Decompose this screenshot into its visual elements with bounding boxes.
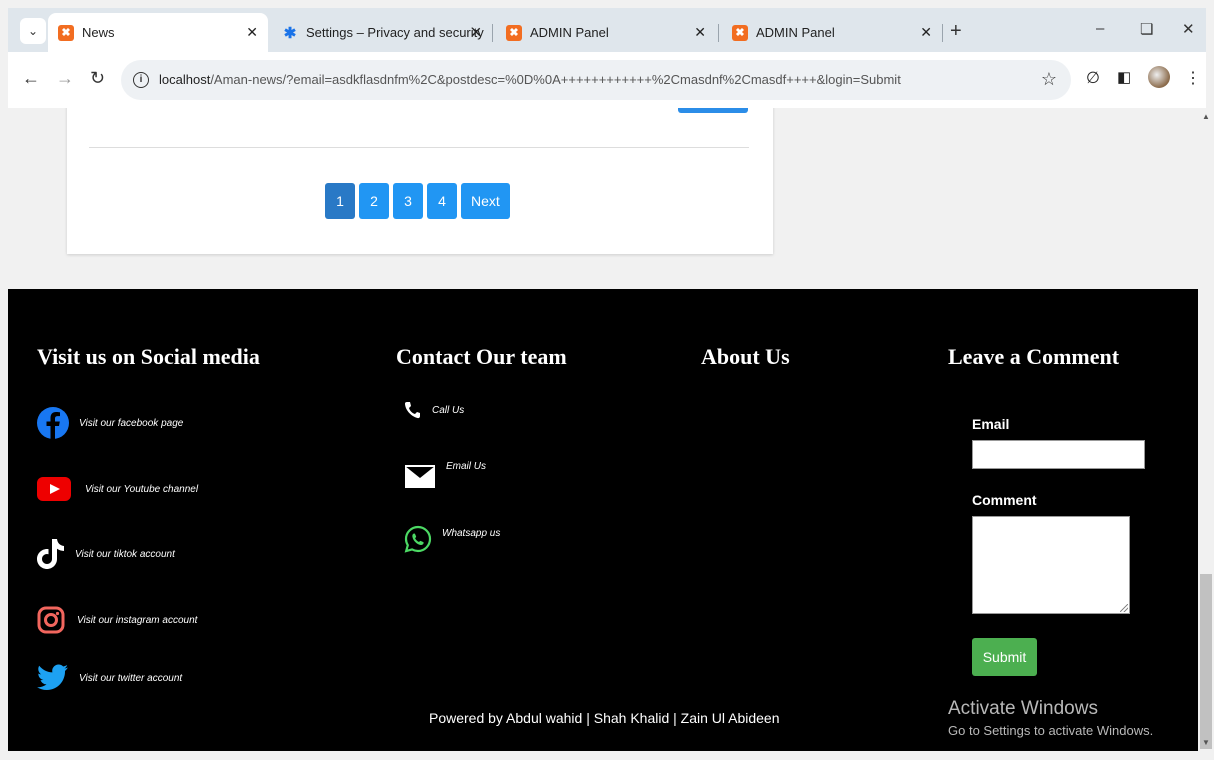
xampp-icon: ✖ bbox=[506, 24, 522, 41]
tab-admin-panel-2[interactable]: ✖ ADMIN Panel ✕ bbox=[722, 13, 942, 52]
pagination: 1 2 3 4 Next bbox=[325, 183, 510, 219]
tab-title: News bbox=[82, 25, 115, 40]
tab-separator bbox=[718, 24, 719, 42]
tab-title: ADMIN Panel bbox=[530, 25, 609, 40]
browser-toolbar: ← → ↻ i localhost/Aman-news/?email=asdkf… bbox=[8, 52, 1206, 108]
window-bottom-edge bbox=[0, 751, 1214, 760]
youtube-icon bbox=[37, 477, 71, 501]
next-page-button[interactable]: Next bbox=[461, 183, 510, 219]
chevron-down-icon: ⌄ bbox=[27, 24, 39, 38]
posts-card: 1 2 3 4 Next bbox=[67, 108, 773, 254]
watermark-subtitle: Go to Settings to activate Windows. bbox=[948, 723, 1154, 738]
tab-search-button[interactable]: ⌄ bbox=[20, 18, 46, 44]
window-close-icon[interactable]: ✕ bbox=[1182, 20, 1195, 38]
tab-strip: ⌄ ✖ News ✕ ✱ Settings – Privacy and secu… bbox=[8, 8, 1206, 52]
tiktok-link[interactable]: Visit our tiktok account bbox=[37, 537, 175, 571]
call-us-link[interactable]: Call Us bbox=[404, 401, 464, 419]
youtube-label: Visit our Youtube channel bbox=[85, 483, 199, 495]
instagram-link[interactable]: Visit our instagram account bbox=[37, 606, 197, 634]
restore-icon[interactable]: ❏ bbox=[1140, 20, 1153, 38]
close-tab-icon[interactable]: ✕ bbox=[246, 24, 258, 41]
whatsapp-link[interactable]: Whatsapp us bbox=[404, 525, 500, 553]
whatsapp-icon bbox=[404, 525, 432, 553]
page-4-button[interactable]: 4 bbox=[427, 183, 457, 219]
comment-label: Comment bbox=[972, 492, 1037, 508]
back-arrow-icon[interactable]: ← bbox=[22, 68, 40, 89]
site-footer: Visit us on Social media Contact Our tea… bbox=[8, 289, 1198, 751]
read-more-button-edge[interactable] bbox=[678, 108, 748, 113]
side-panel-icon[interactable]: ◧ bbox=[1117, 68, 1131, 86]
whatsapp-label: Whatsapp us bbox=[442, 527, 501, 539]
divider bbox=[89, 147, 749, 148]
info-icon[interactable]: i bbox=[133, 72, 149, 88]
submit-button[interactable]: Submit bbox=[972, 638, 1037, 676]
new-tab-icon[interactable]: + bbox=[950, 20, 962, 43]
tab-settings[interactable]: ✱ Settings – Privacy and security ✕ bbox=[272, 13, 492, 52]
email-us-label: Email Us bbox=[446, 460, 487, 472]
twitter-label: Visit our twitter account bbox=[79, 672, 183, 684]
about-heading: About Us bbox=[701, 344, 790, 369]
url-host: localhost bbox=[159, 72, 211, 87]
contact-heading: Contact Our team bbox=[396, 344, 567, 369]
extension-icon[interactable]: ∅ bbox=[1086, 68, 1100, 88]
envelope-icon bbox=[405, 465, 435, 488]
bookmark-star-icon[interactable]: ☆ bbox=[1041, 69, 1057, 90]
tab-title: ADMIN Panel bbox=[756, 25, 835, 40]
url-path: /Aman-news/?email=asdkflasdnfm%2C&postde… bbox=[210, 72, 901, 87]
scroll-up-arrow-icon[interactable]: ▲ bbox=[1202, 112, 1210, 121]
page-3-button[interactable]: 3 bbox=[393, 183, 423, 219]
tab-separator bbox=[942, 24, 943, 42]
scroll-down-arrow-icon[interactable]: ▼ bbox=[1202, 738, 1210, 747]
forward-arrow-icon[interactable]: → bbox=[56, 68, 74, 89]
reload-icon[interactable]: ↻ bbox=[90, 68, 105, 89]
instagram-icon bbox=[37, 606, 65, 634]
menu-kebab-icon[interactable]: ⋮ bbox=[1185, 68, 1201, 88]
settings-gear-icon: ✱ bbox=[283, 24, 297, 42]
page-scrollbar[interactable]: ▲ ▼ bbox=[1198, 108, 1214, 751]
facebook-label: Visit our facebook page bbox=[79, 417, 184, 429]
xampp-icon: ✖ bbox=[732, 24, 748, 41]
page-1-button[interactable]: 1 bbox=[325, 183, 355, 219]
windows-activation-watermark: Activate Windows Go to Settings to activ… bbox=[948, 698, 1153, 738]
close-tab-icon[interactable]: ✕ bbox=[920, 24, 932, 41]
facebook-link[interactable]: Visit our facebook page bbox=[37, 405, 183, 441]
comment-textarea[interactable] bbox=[972, 516, 1130, 614]
facebook-icon bbox=[37, 407, 69, 439]
profile-avatar[interactable] bbox=[1148, 66, 1170, 88]
page-2-button[interactable]: 2 bbox=[359, 183, 389, 219]
instagram-label: Visit our instagram account bbox=[77, 614, 198, 626]
tab-news[interactable]: ✖ News ✕ bbox=[48, 13, 268, 52]
minimize-icon[interactable]: – bbox=[1096, 20, 1104, 37]
call-us-label: Call Us bbox=[432, 404, 465, 416]
social-heading: Visit us on Social media bbox=[37, 344, 260, 369]
resize-handle-icon[interactable] bbox=[1120, 604, 1128, 612]
tab-title: Settings – Privacy and security bbox=[306, 25, 484, 40]
phone-icon bbox=[404, 402, 420, 419]
browser-window: ⌄ ✖ News ✕ ✱ Settings – Privacy and secu… bbox=[0, 0, 1214, 760]
watermark-title: Activate Windows bbox=[948, 698, 1098, 719]
email-input[interactable] bbox=[972, 440, 1145, 469]
twitter-link[interactable]: Visit our twitter account bbox=[37, 664, 182, 692]
tiktok-label: Visit our tiktok account bbox=[75, 548, 175, 560]
close-tab-icon[interactable]: ✕ bbox=[694, 24, 706, 41]
scrollbar-thumb[interactable] bbox=[1200, 574, 1212, 749]
twitter-icon bbox=[37, 664, 68, 690]
close-tab-icon[interactable]: ✕ bbox=[470, 24, 482, 41]
page-viewport: 1 2 3 4 Next Visit us on Social media Co… bbox=[8, 108, 1198, 751]
tab-admin-panel-1[interactable]: ✖ ADMIN Panel ✕ bbox=[496, 13, 716, 52]
email-label: Email bbox=[972, 416, 1010, 432]
address-bar[interactable]: i localhost/Aman-news/?email=asdkflasdnf… bbox=[121, 60, 1071, 100]
xampp-icon: ✖ bbox=[58, 24, 74, 41]
powered-by-text: Powered by Abdul wahid | Shah Khalid | Z… bbox=[429, 710, 780, 726]
tiktok-icon bbox=[37, 539, 64, 569]
comment-heading: Leave a Comment bbox=[948, 344, 1120, 369]
url-text: localhost/Aman-news/?email=asdkflasdnfm%… bbox=[159, 72, 901, 87]
email-us-link[interactable]: Email Us bbox=[404, 459, 486, 491]
tab-separator bbox=[492, 24, 493, 42]
youtube-link[interactable]: Visit our Youtube channel bbox=[37, 477, 198, 501]
